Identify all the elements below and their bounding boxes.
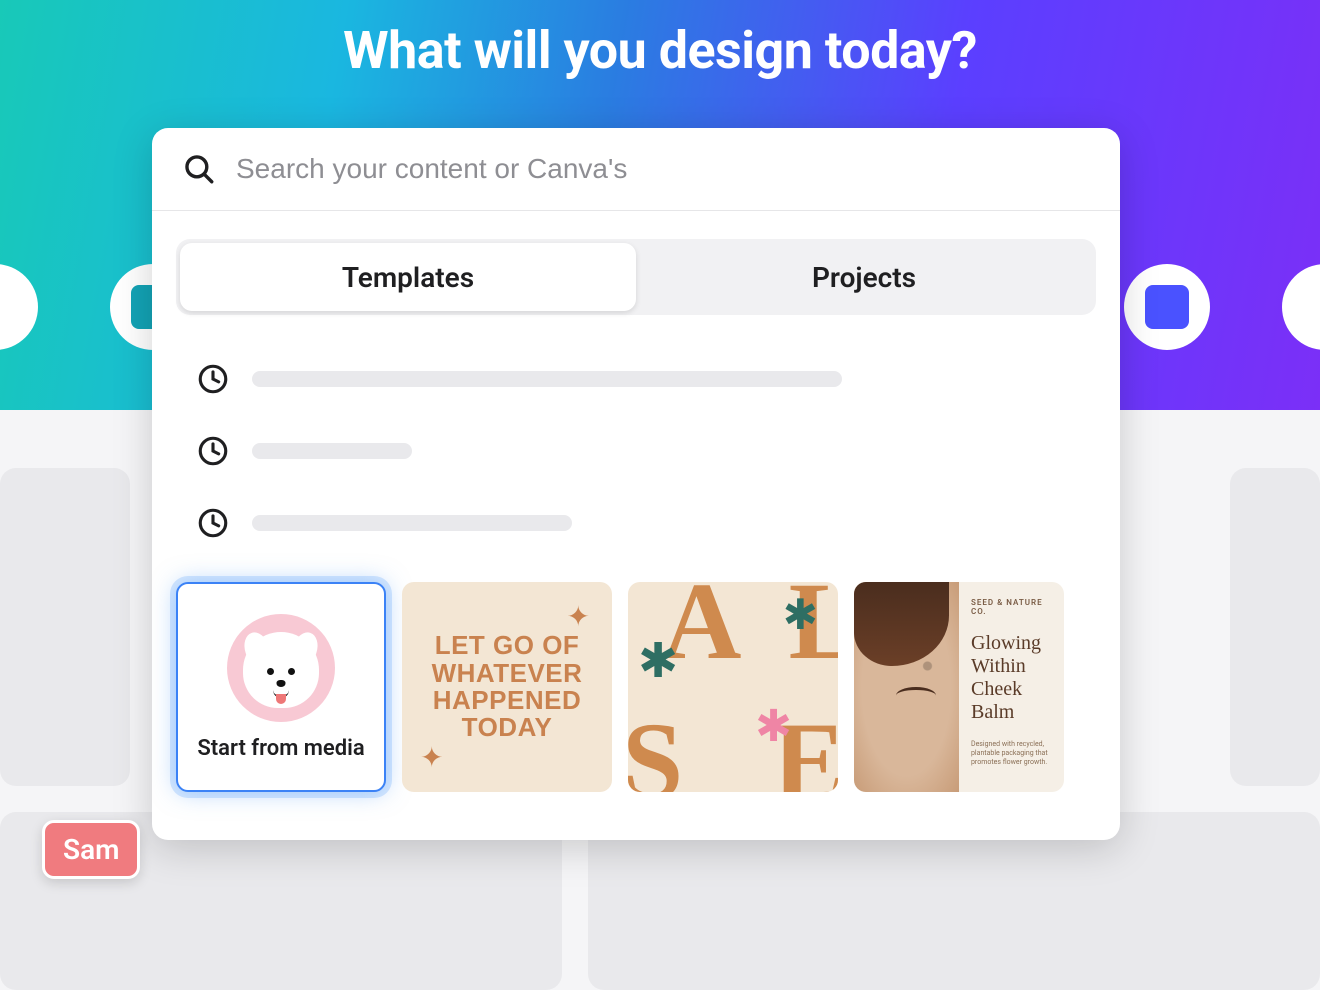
- background-card: [1230, 468, 1320, 786]
- recent-item[interactable]: [196, 343, 1076, 415]
- template-card[interactable]: ✦ ✦ LET GO OF WHATEVER HAPPENED TODAY: [402, 582, 612, 792]
- template-card[interactable]: A L S E ✱ ✱ ✱: [628, 582, 838, 792]
- tab-projects[interactable]: Projects: [636, 243, 1092, 311]
- tabs: Templates Projects: [176, 239, 1096, 315]
- search-panel: Templates Projects: [152, 128, 1120, 840]
- sparkle-icon: ✱: [755, 700, 792, 752]
- search-row: [152, 128, 1120, 211]
- start-from-media-card[interactable]: Start from media: [176, 582, 386, 792]
- face-image-icon: [854, 582, 959, 792]
- template-text-side: SEED & NATURE CO. Glowing Within Cheek B…: [959, 582, 1064, 792]
- template-brand: SEED & NATURE CO.: [971, 598, 1052, 616]
- skeleton-line: [252, 515, 572, 531]
- sparkle-icon: ✱: [638, 632, 678, 689]
- skeleton-line: [252, 371, 842, 387]
- search-icon: [182, 152, 216, 186]
- dog-avatar-icon: [227, 614, 335, 722]
- skeleton-line: [252, 443, 412, 459]
- template-headline: Glowing Within Cheek Balm: [971, 632, 1052, 724]
- cursor-icon: [1145, 285, 1189, 329]
- sparkle-icon: ✱: [783, 590, 818, 640]
- recent-item[interactable]: [196, 487, 1076, 559]
- clock-icon: [196, 362, 230, 396]
- template-card[interactable]: SEED & NATURE CO. Glowing Within Cheek B…: [854, 582, 1064, 792]
- template-letter: S: [628, 706, 683, 792]
- recent-list: [152, 315, 1120, 559]
- sparkle-icon: ✦: [567, 600, 590, 633]
- tab-templates[interactable]: Templates: [180, 243, 636, 311]
- background-card: [0, 468, 130, 786]
- template-cards-row: Start from media ✦ ✦ LET GO OF WHATEVER …: [176, 582, 1120, 792]
- clock-icon: [196, 434, 230, 468]
- recent-item[interactable]: [196, 415, 1076, 487]
- quick-action-circle[interactable]: [1124, 264, 1210, 350]
- template-description: Designed with recycled, plantable packag…: [971, 740, 1052, 767]
- sparkle-icon: ✦: [420, 741, 443, 774]
- start-from-media-label: Start from media: [197, 736, 364, 761]
- search-input[interactable]: [236, 153, 1090, 185]
- hero-title: What will you design today?: [0, 20, 1320, 81]
- template-text: LET GO OF WHATEVER HAPPENED TODAY: [432, 632, 583, 741]
- tabs-container: Templates Projects: [152, 211, 1120, 315]
- clock-icon: [196, 506, 230, 540]
